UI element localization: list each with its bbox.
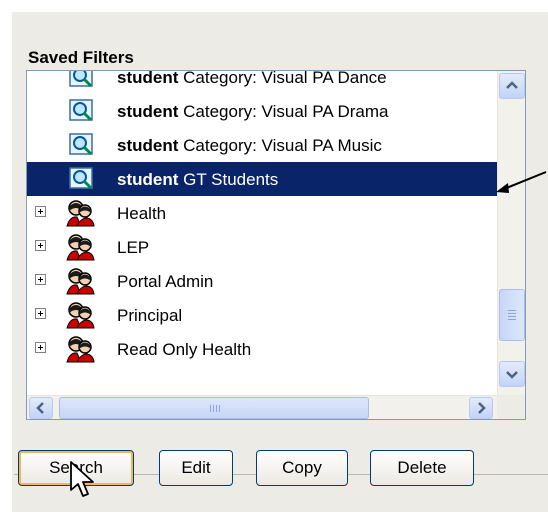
people-group-icon (66, 200, 95, 227)
vertical-scrollbar[interactable] (497, 71, 525, 397)
filter-name: Category: Visual PA Drama (183, 102, 389, 121)
chevron-left-icon (36, 402, 44, 414)
scroll-right-button[interactable] (469, 397, 493, 419)
plus-expander-icon[interactable] (35, 240, 46, 251)
delete-button[interactable]: Delete (370, 450, 474, 486)
filter-owner: student (117, 71, 179, 87)
list-item-filter[interactable]: student Category: Visual PA Music (27, 128, 497, 162)
scroll-left-button[interactable] (29, 397, 53, 419)
filter-owner: student (117, 136, 179, 155)
filter-name: Category: Visual PA Music (183, 136, 382, 155)
list-item-group[interactable]: Principal (27, 298, 497, 332)
list-content: student Category: Visual PA Dance studen… (27, 71, 497, 397)
group-name: Health (117, 204, 167, 223)
group-name: Portal Admin (117, 272, 214, 291)
list-item-filter[interactable]: student Category: Visual PA Drama (27, 94, 497, 128)
search-button[interactable]: Search (18, 450, 134, 486)
chevron-down-icon (506, 371, 518, 379)
plus-expander-icon[interactable] (35, 206, 46, 217)
filter-name: GT Students (183, 170, 279, 189)
list-item-group[interactable]: LEP (27, 230, 497, 264)
magnifier-icon (69, 71, 93, 88)
plus-expander-icon[interactable] (35, 308, 46, 319)
plus-expander-icon[interactable] (35, 342, 46, 353)
edit-button[interactable]: Edit (159, 450, 233, 486)
list-item-group[interactable]: Portal Admin (27, 264, 497, 298)
list-item-filter-selected[interactable]: student GT Students (27, 162, 497, 196)
horizontal-scrollbar[interactable] (27, 395, 497, 419)
group-name: Read Only Health (117, 340, 252, 359)
filter-owner: student (117, 170, 179, 189)
people-group-icon (66, 302, 95, 329)
magnifier-icon (69, 133, 93, 156)
people-group-icon (66, 336, 95, 363)
scroll-down-button[interactable] (499, 361, 525, 387)
list-item-group[interactable]: Read Only Health (27, 332, 497, 366)
magnifier-icon (69, 167, 93, 190)
scrollbar-corner (497, 395, 525, 419)
list-item-filter[interactable]: student Category: Visual PA Dance (27, 71, 497, 94)
arrow-pointer-icon (496, 171, 547, 193)
people-group-icon (66, 268, 95, 295)
horizontal-scroll-thumb[interactable] (59, 397, 369, 419)
plus-expander-icon[interactable] (35, 274, 46, 285)
panel-title: Saved Filters (28, 48, 134, 67)
saved-filters-list[interactable]: student Category: Visual PA Dance studen… (26, 70, 526, 420)
group-name: Principal (117, 306, 183, 325)
magnifier-icon (69, 99, 93, 122)
people-group-icon (66, 234, 95, 261)
group-name: LEP (117, 238, 150, 257)
filter-owner: student (117, 102, 179, 121)
chevron-right-icon (478, 402, 486, 414)
vertical-scroll-thumb[interactable] (499, 289, 525, 341)
chevron-up-icon (506, 81, 518, 89)
copy-button[interactable]: Copy (256, 450, 348, 486)
list-item-group[interactable]: Health (27, 196, 497, 230)
filter-name: Category: Visual PA Dance (183, 71, 387, 87)
scroll-up-button[interactable] (499, 73, 525, 99)
